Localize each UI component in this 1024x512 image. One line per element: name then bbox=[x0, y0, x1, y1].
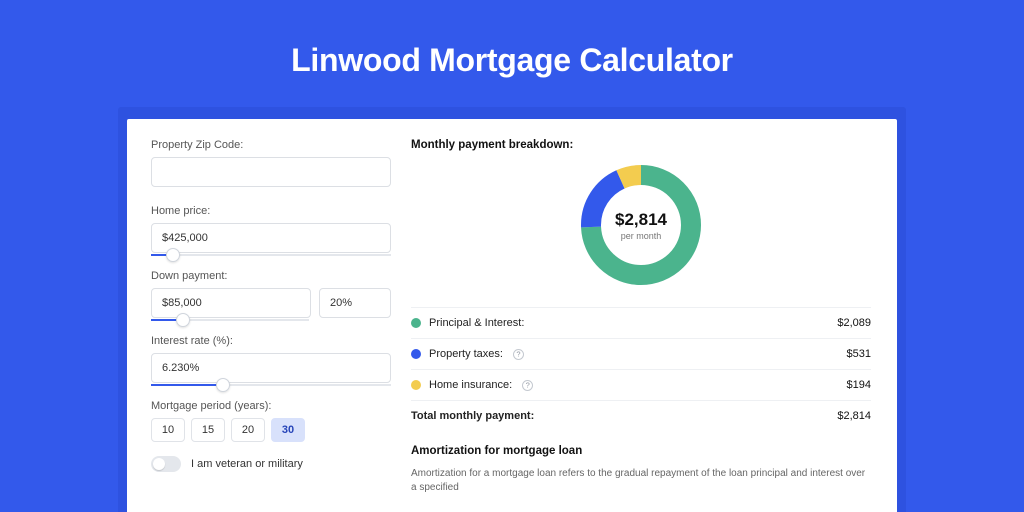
down-payment-slider[interactable] bbox=[151, 319, 309, 321]
form-panel: Property Zip Code: Home price: Down paym… bbox=[127, 119, 399, 512]
down-payment-label: Down payment: bbox=[151, 270, 391, 282]
interest-rate-slider-fill bbox=[151, 384, 223, 386]
down-payment-input[interactable] bbox=[151, 288, 311, 318]
info-icon[interactable] bbox=[513, 349, 524, 360]
donut-chart: $2,814 per month bbox=[577, 161, 705, 289]
amortization-text: Amortization for a mortgage loan refers … bbox=[411, 467, 871, 495]
breakdown-item-label: Principal & Interest: bbox=[429, 317, 524, 329]
zip-input[interactable] bbox=[151, 157, 391, 187]
donut-center-sub: per month bbox=[621, 231, 662, 241]
breakdown-item-label: Home insurance: bbox=[429, 379, 512, 391]
mortgage-period-group: 10 15 20 30 bbox=[151, 418, 391, 442]
veteran-label: I am veteran or military bbox=[191, 458, 303, 470]
card-shadow: Property Zip Code: Home price: Down paym… bbox=[118, 107, 906, 512]
interest-rate-input[interactable] bbox=[151, 353, 391, 383]
period-option-30[interactable]: 30 bbox=[271, 418, 305, 442]
home-price-label: Home price: bbox=[151, 205, 391, 217]
breakdown-item-label: Property taxes: bbox=[429, 348, 503, 360]
down-payment-slider-thumb[interactable] bbox=[176, 313, 190, 327]
mortgage-period-label: Mortgage period (years): bbox=[151, 400, 391, 412]
period-option-15[interactable]: 15 bbox=[191, 418, 225, 442]
breakdown-total-label: Total monthly payment: bbox=[411, 410, 534, 422]
period-option-20[interactable]: 20 bbox=[231, 418, 265, 442]
dot-icon bbox=[411, 349, 421, 359]
breakdown-panel: Monthly payment breakdown: $2,814 per mo… bbox=[399, 119, 897, 512]
breakdown-heading: Monthly payment breakdown: bbox=[411, 139, 871, 151]
breakdown-item-value: $194 bbox=[847, 379, 871, 391]
home-price-slider-thumb[interactable] bbox=[166, 248, 180, 262]
breakdown-item-value: $2,089 bbox=[837, 317, 871, 329]
donut-center-amount: $2,814 bbox=[615, 210, 667, 230]
breakdown-row-principal: Principal & Interest: $2,089 bbox=[411, 307, 871, 338]
page-title: Linwood Mortgage Calculator bbox=[291, 42, 733, 79]
veteran-toggle[interactable] bbox=[151, 456, 181, 472]
period-option-10[interactable]: 10 bbox=[151, 418, 185, 442]
donut-chart-wrap: $2,814 per month bbox=[411, 161, 871, 289]
down-payment-pct-input[interactable] bbox=[319, 288, 391, 318]
home-price-slider[interactable] bbox=[151, 254, 391, 256]
amortization-heading: Amortization for mortgage loan bbox=[411, 445, 871, 457]
dot-icon bbox=[411, 318, 421, 328]
home-price-input[interactable] bbox=[151, 223, 391, 253]
dot-icon bbox=[411, 380, 421, 390]
veteran-toggle-knob bbox=[153, 458, 165, 470]
info-icon[interactable] bbox=[522, 380, 533, 391]
interest-rate-slider[interactable] bbox=[151, 384, 391, 386]
breakdown-total-value: $2,814 bbox=[837, 410, 871, 422]
calculator-card: Property Zip Code: Home price: Down paym… bbox=[127, 119, 897, 512]
interest-rate-slider-thumb[interactable] bbox=[216, 378, 230, 392]
interest-rate-label: Interest rate (%): bbox=[151, 335, 391, 347]
breakdown-row-taxes: Property taxes: $531 bbox=[411, 338, 871, 369]
breakdown-row-insurance: Home insurance: $194 bbox=[411, 369, 871, 400]
zip-label: Property Zip Code: bbox=[151, 139, 391, 151]
breakdown-item-value: $531 bbox=[847, 348, 871, 360]
breakdown-row-total: Total monthly payment: $2,814 bbox=[411, 400, 871, 431]
